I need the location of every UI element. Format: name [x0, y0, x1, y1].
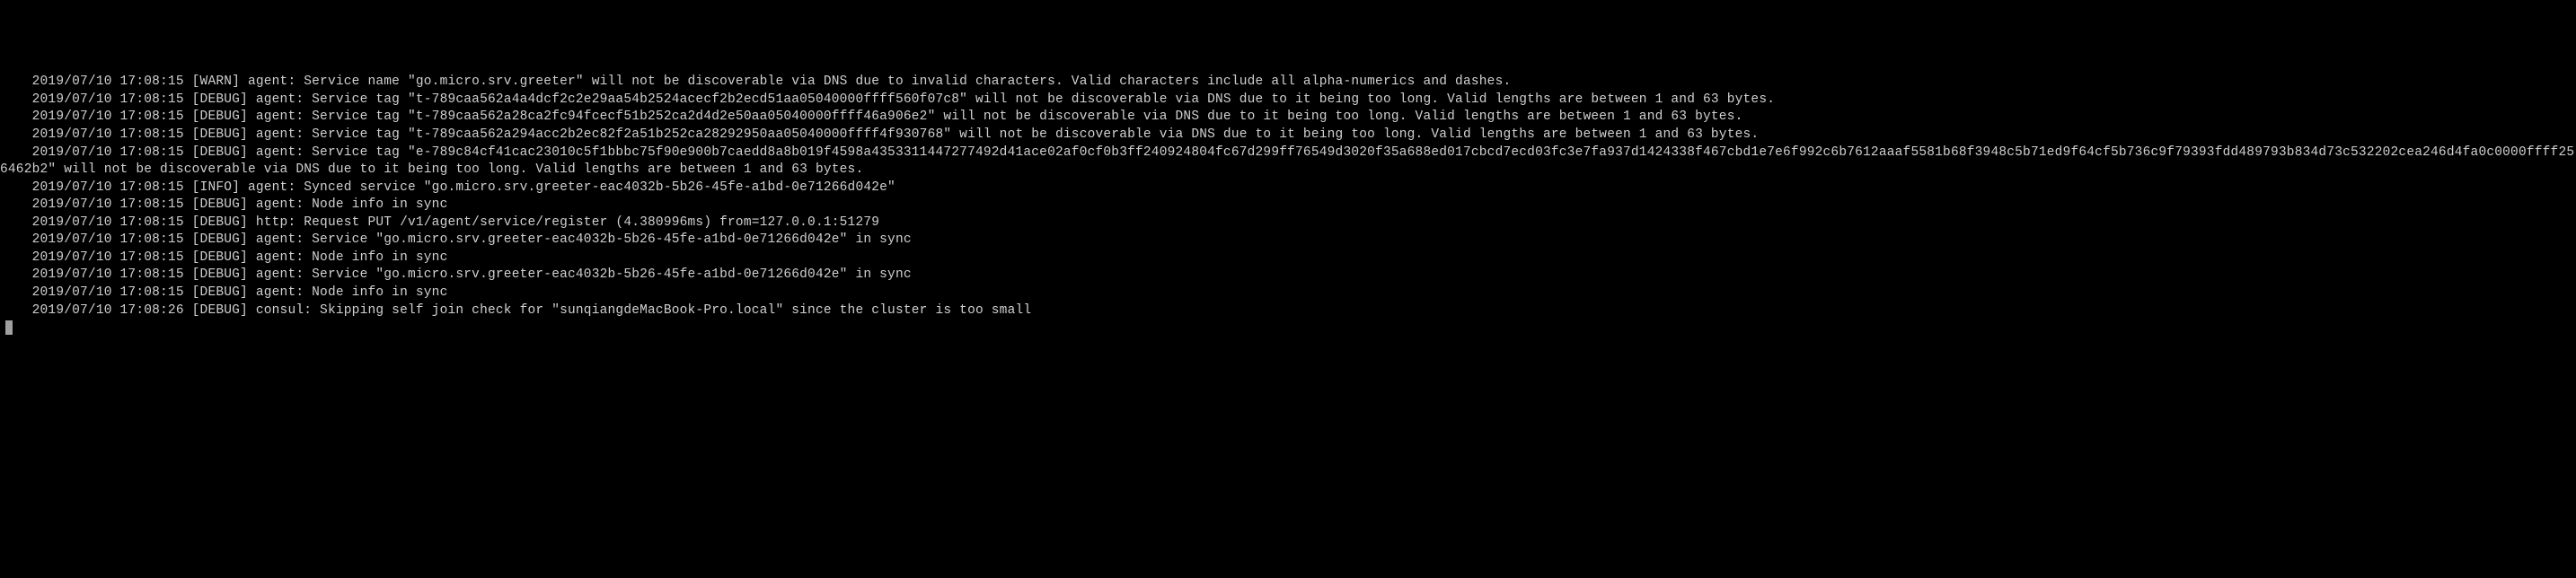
- log-line: 2019/07/10 17:08:15 [DEBUG] agent: Node …: [0, 250, 2576, 267]
- log-line: 2019/07/10 17:08:15 [DEBUG] agent: Servi…: [0, 232, 2576, 250]
- log-line: 2019/07/10 17:08:15 [DEBUG] agent: Servi…: [0, 267, 2576, 285]
- terminal-output[interactable]: 2019/07/10 17:08:15 [WARN] agent: Servic…: [0, 74, 2576, 337]
- log-line: 2019/07/10 17:08:15 [INFO] agent: Synced…: [0, 180, 2576, 197]
- log-line: 2019/07/10 17:08:15 [DEBUG] agent: Node …: [0, 285, 2576, 302]
- log-line: 2019/07/10 17:08:26 [DEBUG] consul: Skip…: [0, 302, 2576, 320]
- terminal-cursor: [5, 320, 13, 335]
- log-line: 2019/07/10 17:08:15 [DEBUG] http: Reques…: [0, 215, 2576, 232]
- log-line: 2019/07/10 17:08:15 [WARN] agent: Servic…: [0, 74, 2576, 92]
- log-line: 2019/07/10 17:08:15 [DEBUG] agent: Servi…: [0, 92, 2576, 109]
- log-line: 2019/07/10 17:08:15 [DEBUG] agent: Servi…: [0, 127, 2576, 144]
- log-line: 2019/07/10 17:08:15 [DEBUG] agent: Servi…: [0, 144, 2576, 180]
- log-line: 2019/07/10 17:08:15 [DEBUG] agent: Node …: [0, 197, 2576, 215]
- log-line: 2019/07/10 17:08:15 [DEBUG] agent: Servi…: [0, 109, 2576, 127]
